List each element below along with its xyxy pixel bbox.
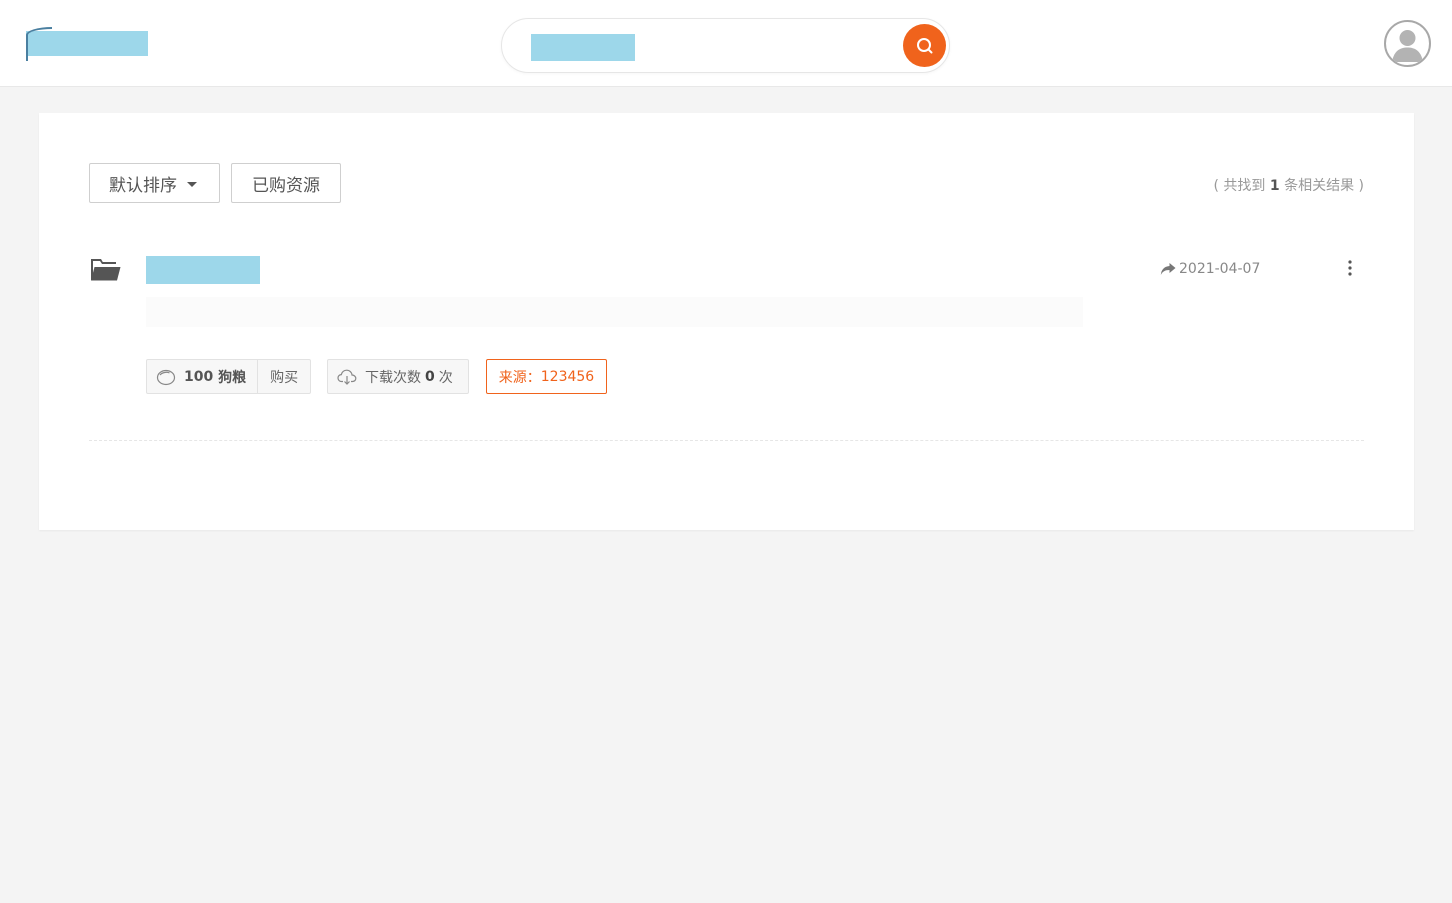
download-count-label: 下载次数: [365, 369, 421, 386]
result-title-link[interactable]: [146, 256, 260, 284]
more-options-button[interactable]: [1339, 257, 1361, 279]
search-icon: [916, 37, 932, 53]
price-unit: 狗粮: [218, 369, 247, 386]
download-count-number: 0: [425, 368, 435, 385]
coin-icon: [156, 369, 176, 385]
result-count-prefix: ( 共找到: [1213, 178, 1266, 194]
purchased-resources-label: 已购资源: [252, 175, 320, 196]
user-avatar-icon: [1392, 30, 1423, 62]
price-tag: 100 狗粮 购买: [146, 359, 311, 394]
search-bar: [501, 18, 950, 73]
result-count-number: 1: [1269, 178, 1280, 194]
sort-dropdown[interactable]: 默认排序: [89, 163, 220, 203]
user-avatar[interactable]: [1384, 20, 1431, 67]
site-logo[interactable]: [26, 31, 148, 56]
buy-button[interactable]: 购买: [257, 360, 310, 393]
cloud-download-icon: [337, 369, 357, 385]
search-button[interactable]: [903, 24, 946, 67]
purchased-resources-button[interactable]: 已购资源: [231, 163, 341, 203]
result-count-suffix: 条相关结果 ): [1284, 178, 1364, 194]
result-divider: [89, 440, 1364, 441]
download-count-unit: 次: [438, 369, 453, 386]
price-amount: 100: [184, 368, 214, 385]
results-panel: 默认排序 已购资源 ( 共找到 1 条相关结果 ) 2021-04-07 100…: [39, 113, 1414, 530]
caret-down-icon: [187, 181, 197, 187]
download-count: 下载次数 0 次: [327, 359, 469, 394]
top-header: [0, 0, 1452, 87]
result-date-text: 2021-04-07: [1179, 261, 1261, 277]
sort-dropdown-label: 默认排序: [109, 175, 177, 196]
result-date: 2021-04-07: [1160, 261, 1260, 277]
folder-open-icon: [91, 259, 121, 281]
buy-button-label: 购买: [270, 369, 299, 386]
vertical-dots-icon: [1348, 260, 1352, 276]
result-count: ( 共找到 1 条相关结果 ): [1214, 175, 1365, 195]
price-value: 100 狗粮: [147, 360, 257, 393]
search-input[interactable]: [531, 34, 635, 61]
source-value: 123456: [540, 368, 595, 385]
source-badge: 来源： 123456: [486, 359, 607, 394]
share-arrow-icon: [1160, 263, 1176, 275]
result-description: [146, 297, 1083, 327]
source-label: 来源：: [498, 369, 541, 386]
